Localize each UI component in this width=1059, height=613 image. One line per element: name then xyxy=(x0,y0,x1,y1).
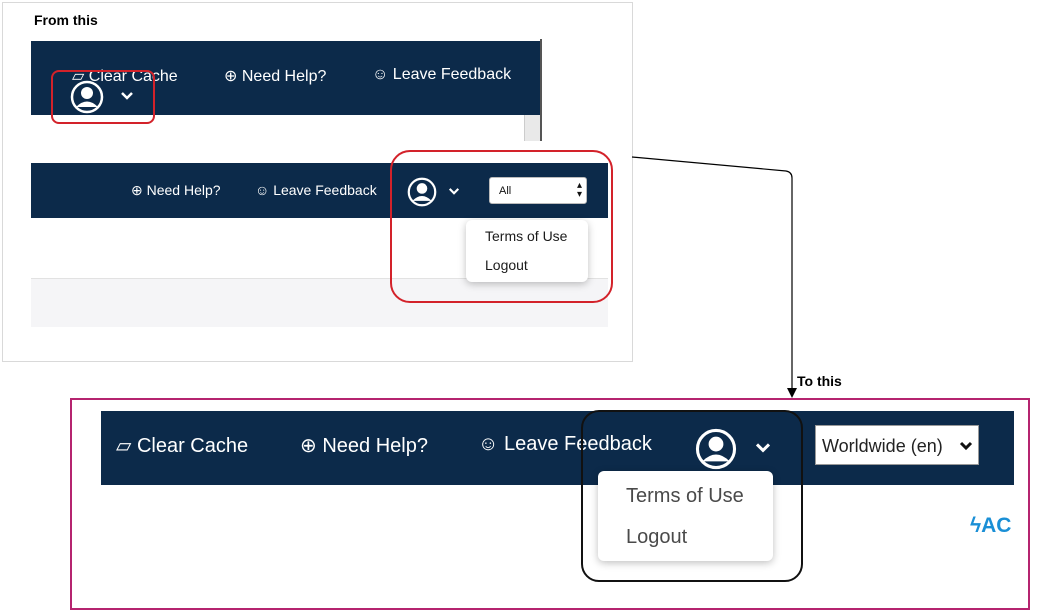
after-region-select[interactable]: Worldwide (en) xyxy=(815,425,979,465)
before-user-highlight-box xyxy=(51,70,155,124)
lifebuoy-icon: ⊕ xyxy=(300,435,317,457)
after-dropdown-highlight-box xyxy=(581,410,803,582)
before2-need-help-link[interactable]: ⊕ Need Help? xyxy=(131,182,221,199)
smile-icon: ☺ xyxy=(478,433,499,455)
chevron-down-icon xyxy=(959,441,973,451)
after-clear-cache-link[interactable]: ▱ Clear Cache xyxy=(116,433,248,458)
to-label: To this xyxy=(797,373,842,389)
smile-icon: ☺ xyxy=(255,182,270,198)
divider-line xyxy=(540,39,542,141)
scrollbar-track[interactable] xyxy=(524,115,541,141)
before-dropdown-highlight-box xyxy=(390,150,613,303)
before-need-help-link[interactable]: ⊕ Need Help? xyxy=(224,66,326,86)
before2-leave-feedback-link[interactable]: ☺ Leave Feedback xyxy=(255,182,377,198)
before-leave-feedback-link[interactable]: ☺ Leave Feedback xyxy=(372,66,511,84)
after-cut-off-link[interactable]: ϟAC xyxy=(970,514,1014,538)
lifebuoy-icon: ⊕ xyxy=(131,182,143,198)
lifebuoy-icon: ⊕ xyxy=(224,68,238,85)
after-need-help-link[interactable]: ⊕ Need Help? xyxy=(300,433,428,458)
from-label: From this xyxy=(34,12,98,28)
bolt-icon: ϟ xyxy=(970,514,982,537)
smile-icon: ☺ xyxy=(372,66,389,83)
eraser-icon: ▱ xyxy=(116,435,132,457)
